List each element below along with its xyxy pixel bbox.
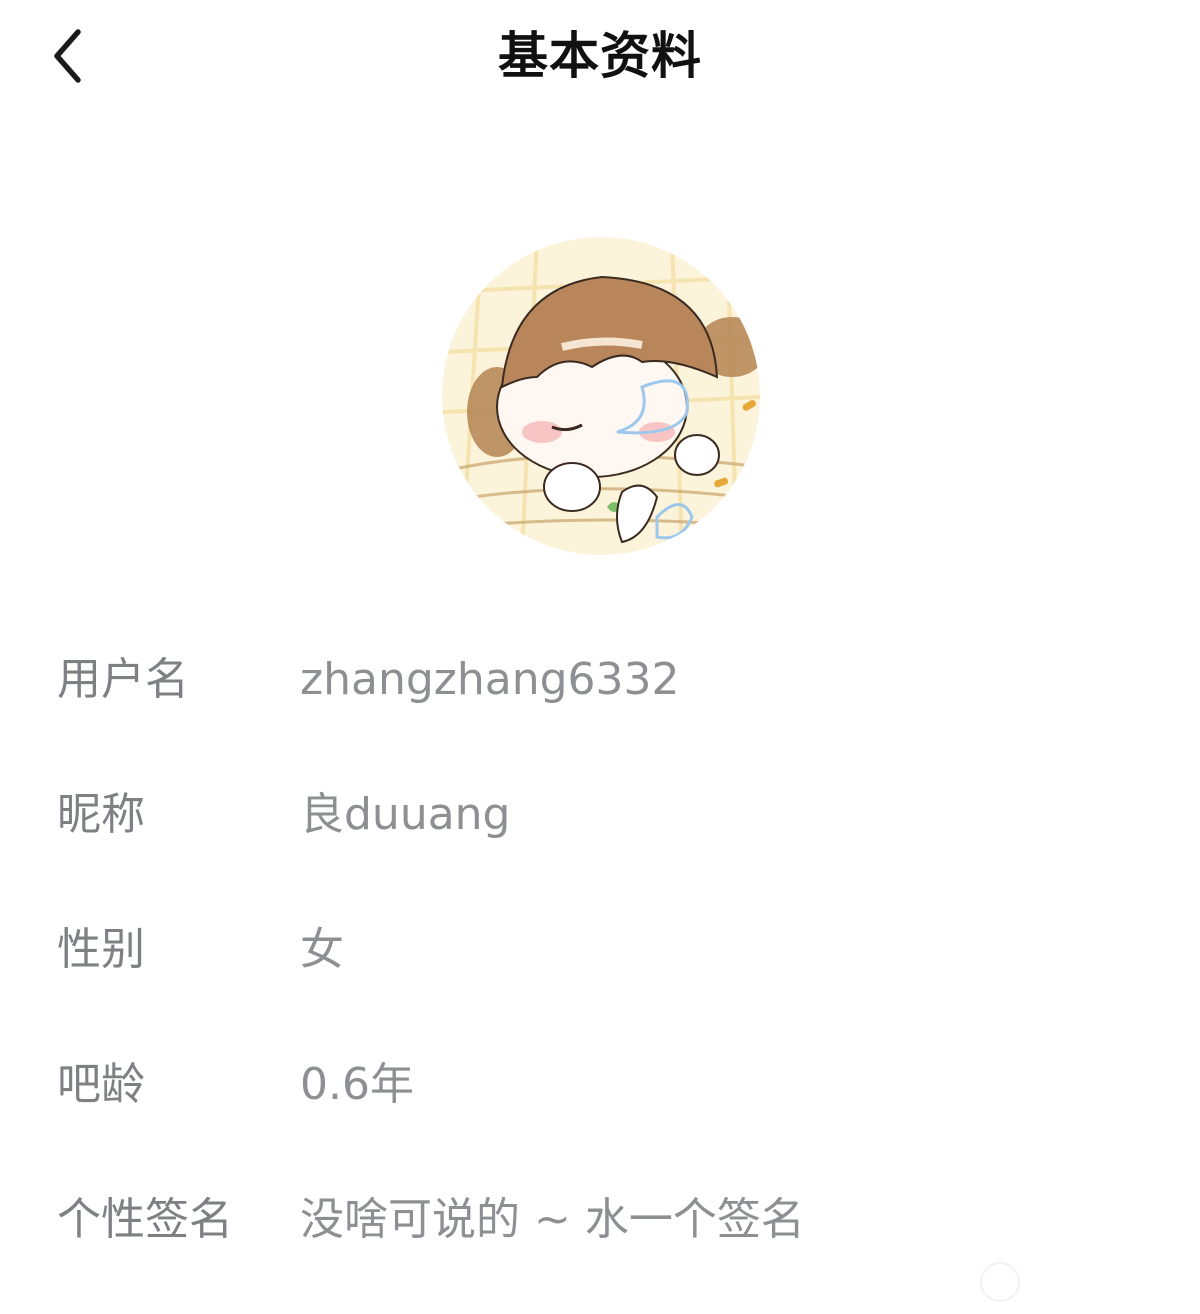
page-title: 基本资料 bbox=[498, 27, 702, 85]
username-value: zhangzhang6332 bbox=[300, 654, 680, 705]
row-gender[interactable]: 性别 女 bbox=[0, 900, 1200, 1000]
row-username[interactable]: 用户名 zhangzhang6332 bbox=[0, 630, 1200, 730]
top-bar: 基本资料 bbox=[0, 0, 1200, 112]
nickname-value: 良duuang bbox=[300, 789, 511, 840]
watermark-icon bbox=[980, 1262, 1020, 1302]
avatar-illustration bbox=[442, 237, 760, 555]
avatar[interactable] bbox=[442, 237, 760, 555]
forum-age-value: 0.6年 bbox=[300, 1059, 414, 1110]
row-signature[interactable]: 个性签名 没啥可说的 ~ 水一个签名 bbox=[0, 1170, 1200, 1270]
username-label: 用户名 bbox=[57, 654, 189, 705]
signature-value: 没啥可说的 ~ 水一个签名 bbox=[300, 1194, 805, 1245]
gender-label: 性别 bbox=[57, 924, 145, 975]
row-forum-age[interactable]: 吧龄 0.6年 bbox=[0, 1035, 1200, 1135]
signature-label: 个性签名 bbox=[57, 1194, 233, 1245]
forum-age-label: 吧龄 bbox=[57, 1059, 145, 1110]
row-nickname[interactable]: 昵称 良duuang bbox=[0, 765, 1200, 865]
nickname-label: 昵称 bbox=[57, 789, 145, 840]
gender-value: 女 bbox=[300, 924, 344, 975]
